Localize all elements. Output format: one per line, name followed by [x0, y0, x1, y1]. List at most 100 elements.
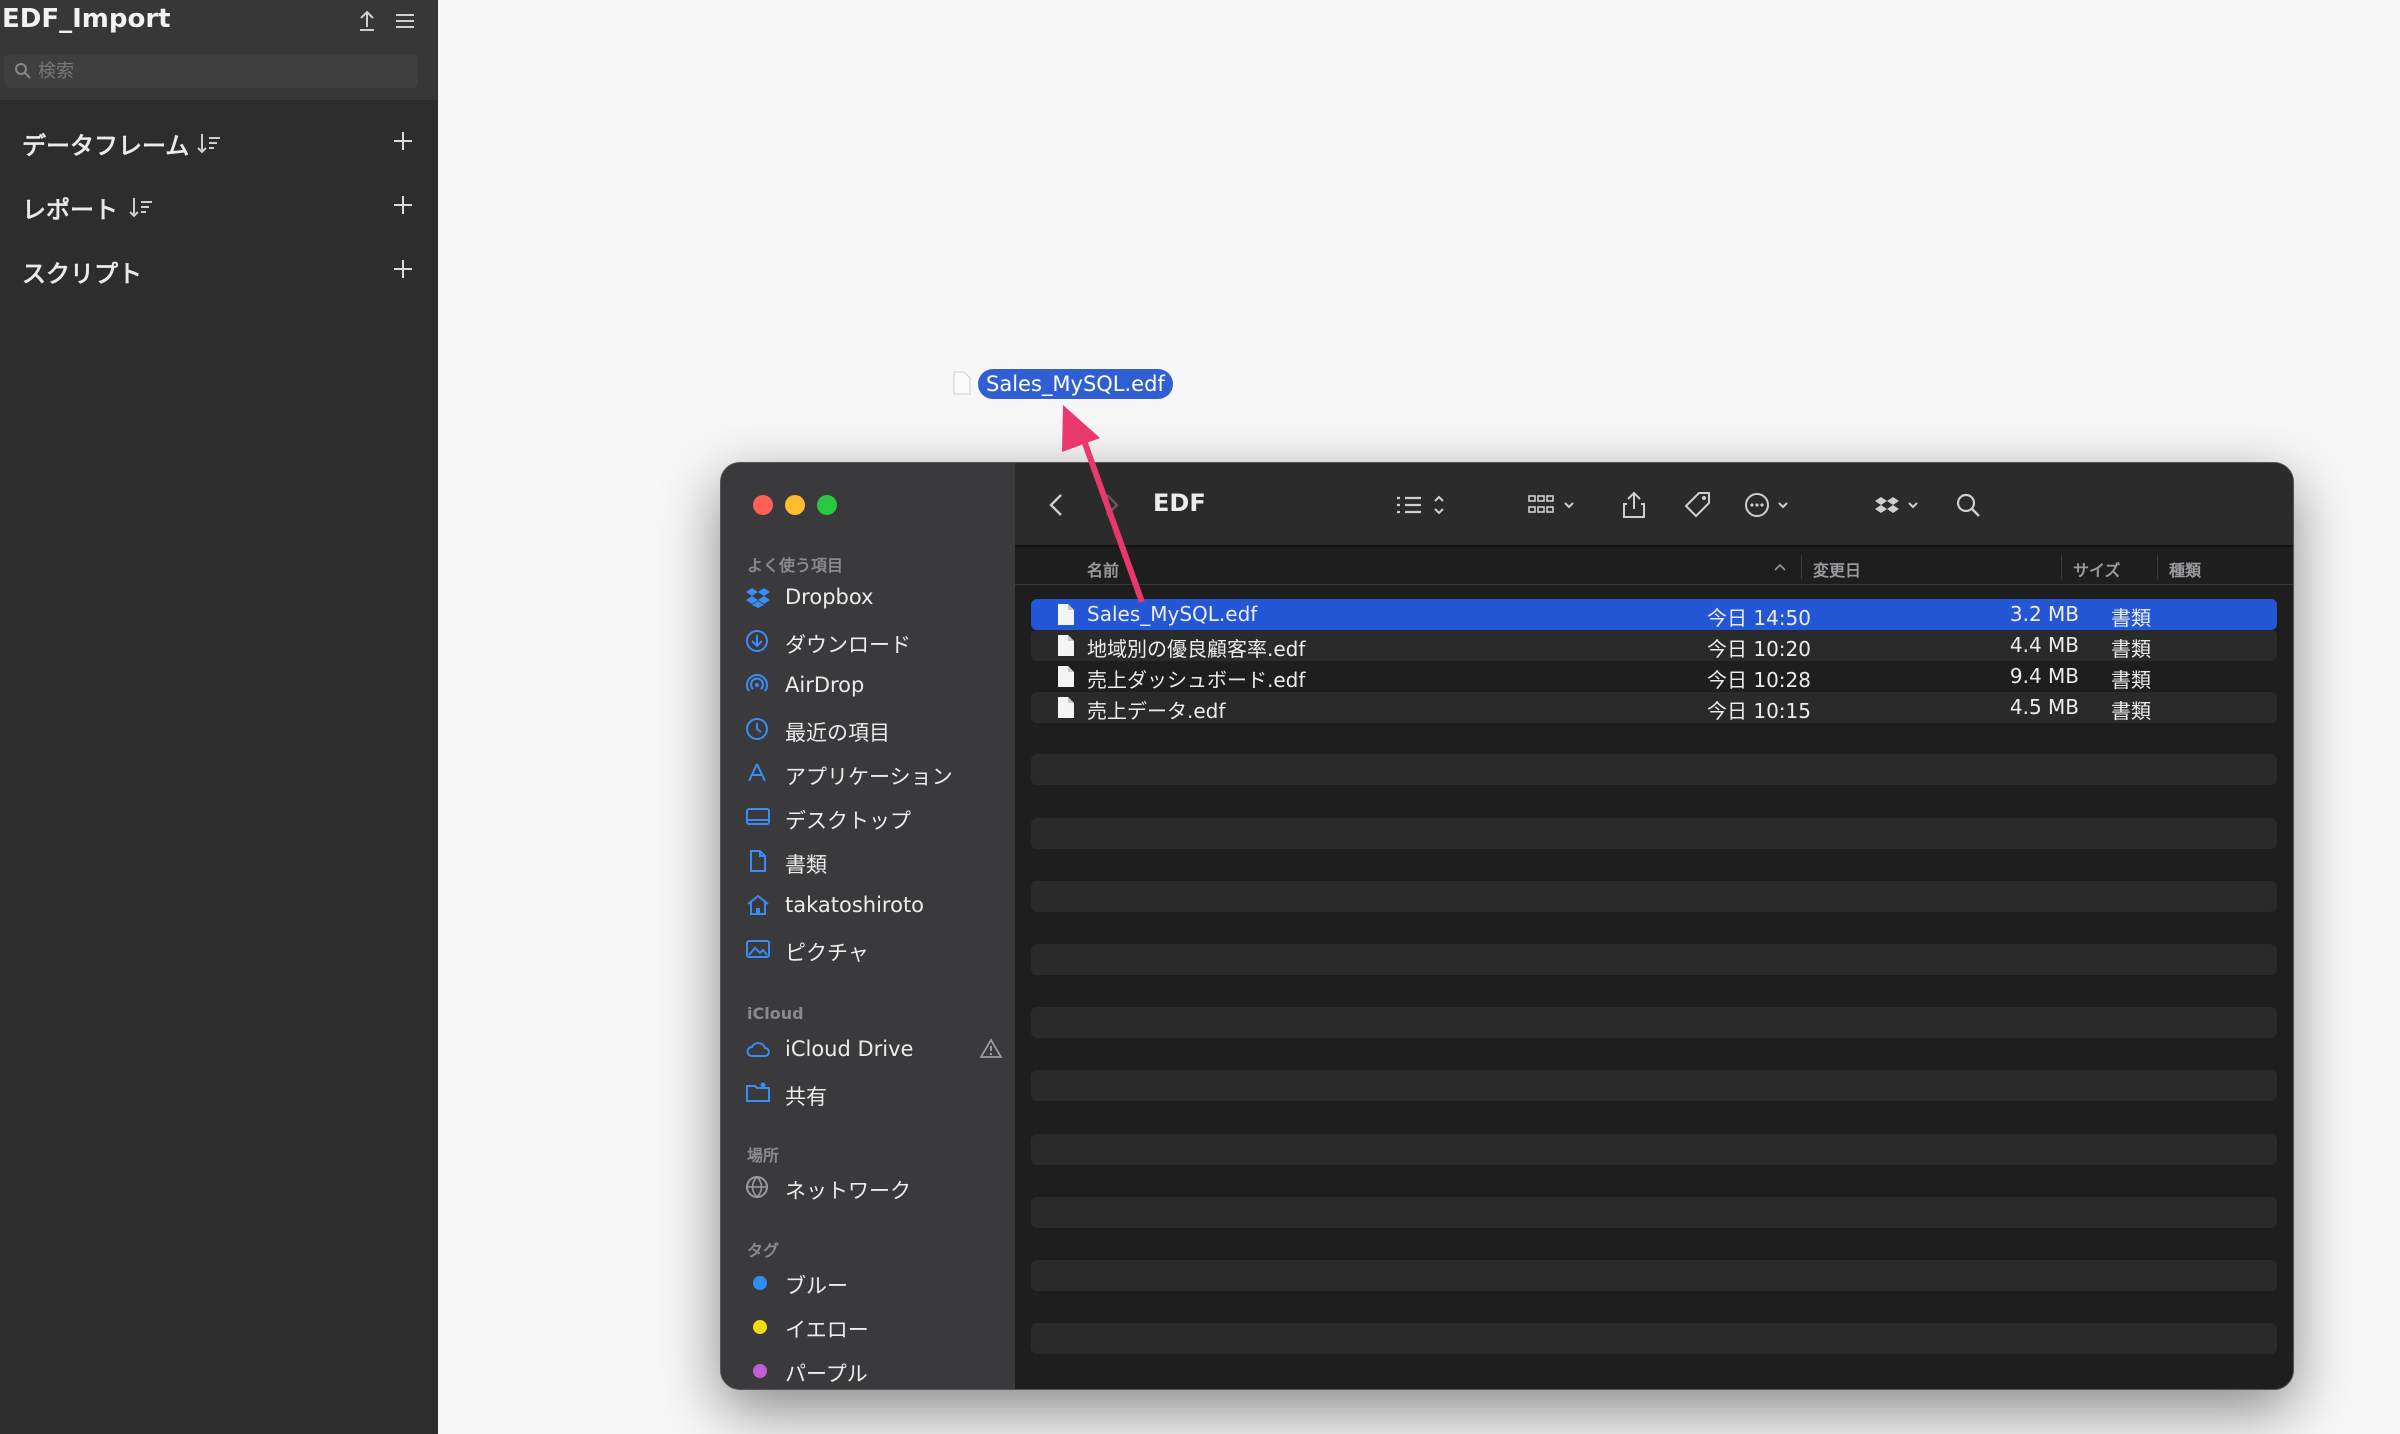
sidebar-item-applications[interactable]: アプリケーション [745, 753, 995, 793]
empty-row [1031, 1007, 2277, 1038]
column-divider[interactable] [2061, 555, 2062, 579]
share-icon[interactable] [1619, 489, 1649, 521]
sidebar-item-desktop[interactable]: デスクトップ [745, 797, 995, 837]
section-label: レポート [22, 196, 118, 224]
arrow-head [1062, 405, 1100, 452]
sidebar-item-label: パープル [785, 1362, 868, 1386]
sidebar-item-label: ネットワーク [785, 1179, 911, 1203]
file-row[interactable]: Sales_MySQL.edf 今日 14:50 3.2 MB 書類 [1031, 599, 2277, 630]
sidebar-item-label: ダウンロード [785, 633, 911, 657]
sidebar-item-home[interactable]: takatoshiroto [745, 885, 995, 925]
sidebar-tag-blue[interactable]: ブルー [745, 1262, 995, 1302]
blue-tag-icon [753, 1276, 767, 1290]
back-icon[interactable] [1045, 489, 1069, 521]
sidebar-item-label: iCloud Drive [785, 1037, 914, 1061]
search-box[interactable] [4, 54, 418, 88]
sidebar-item-airdrop[interactable]: AirDrop [745, 665, 995, 705]
close-window-button[interactable] [753, 495, 773, 515]
yellow-tag-icon [753, 1320, 767, 1334]
shared-folder-icon [746, 1082, 770, 1102]
favorites-header: よく使う項目 [747, 556, 844, 575]
column-kind[interactable]: 種類 [2169, 557, 2201, 581]
sidebar-item-label: イエロー [785, 1318, 869, 1342]
download-icon [746, 630, 768, 652]
document-icon [1058, 697, 1074, 718]
column-header: 名前 変更日 サイズ 種類 [1015, 549, 2293, 585]
clock-icon [746, 718, 768, 740]
app-header: EDF_Import [0, 0, 438, 100]
add-report-button[interactable] [388, 190, 418, 220]
sidebar-item-recents[interactable]: 最近の項目 [745, 709, 995, 749]
column-divider[interactable] [2157, 555, 2158, 579]
file-row[interactable]: 売上データ.edf 今日 10:15 4.5 MB 書類 [1031, 692, 2277, 723]
empty-row [1031, 1197, 2277, 1228]
forward-icon[interactable] [1099, 489, 1123, 521]
tags-header: タグ [747, 1241, 780, 1260]
empty-row [1031, 754, 2277, 785]
section-dataframe[interactable]: データフレーム [0, 114, 438, 170]
minimize-window-button[interactable] [785, 495, 805, 515]
sidebar-tag-purple[interactable]: パープル [745, 1350, 995, 1389]
sort-icon[interactable] [196, 130, 222, 156]
sidebar-item-icloud-drive[interactable]: iCloud Drive [745, 1029, 1003, 1069]
empty-row [1031, 1260, 2277, 1291]
icloud-header: iCloud [747, 1004, 804, 1023]
file-name: Sales_MySQL.edf [1087, 602, 1258, 626]
file-row[interactable]: 売上ダッシュボード.edf 今日 10:28 9.4 MB 書類 [1031, 661, 2277, 692]
sidebar-item-shared[interactable]: 共有 [745, 1073, 995, 1113]
sort-icon[interactable] [128, 194, 154, 220]
menu-icon[interactable] [390, 6, 420, 36]
section-label: スクリプト [22, 260, 142, 288]
desktop-icon [746, 808, 770, 825]
airdrop-icon [746, 674, 768, 692]
search-icon [15, 63, 31, 79]
file-size: 3.2 MB [2009, 602, 2079, 626]
more-actions-icon[interactable] [1741, 489, 1801, 521]
sidebar-item-label: アプリケーション [785, 765, 953, 789]
zoom-window-button[interactable] [817, 495, 837, 515]
search-input[interactable] [38, 54, 408, 88]
upload-icon[interactable] [352, 6, 382, 36]
purple-tag-icon [753, 1364, 767, 1378]
file-date: 今日 14:50 [1707, 606, 1811, 630]
pictures-icon [746, 940, 770, 958]
dropbox-menu-icon[interactable] [1871, 489, 1931, 521]
add-dataframe-button[interactable] [388, 126, 418, 156]
section-report[interactable]: レポート [0, 178, 438, 234]
file-kind: 書類 [2111, 637, 2151, 661]
add-script-button[interactable] [388, 254, 418, 284]
list-view-icon[interactable] [1393, 489, 1453, 521]
tag-icon[interactable] [1681, 489, 1715, 521]
document-icon [750, 850, 766, 872]
dropbox-icon [746, 588, 770, 608]
search-icon[interactable] [1953, 489, 1983, 521]
globe-icon [746, 1176, 768, 1199]
column-divider[interactable] [1801, 555, 1802, 579]
sidebar-item-label: Dropbox [785, 585, 874, 609]
sidebar-item-documents[interactable]: 書類 [745, 841, 995, 881]
app-title: EDF_Import [2, 4, 171, 34]
sidebar-tag-yellow[interactable]: イエロー [745, 1306, 995, 1346]
empty-row [1031, 1323, 2277, 1354]
file-row[interactable]: 地域別の優良顧客率.edf 今日 10:20 4.4 MB 書類 [1031, 630, 2277, 661]
app-sidebar: EDF_Import データフレーム レポート スクリ [0, 0, 438, 1434]
cloud-icon [746, 1042, 770, 1057]
column-name[interactable]: 名前 [1087, 557, 1119, 581]
sidebar-item-label: 共有 [785, 1085, 827, 1109]
sidebar-item-network[interactable]: ネットワーク [745, 1167, 995, 1207]
document-icon [1058, 635, 1074, 656]
file-size: 4.4 MB [2009, 633, 2079, 657]
group-view-icon[interactable] [1525, 489, 1585, 521]
document-icon [953, 371, 971, 395]
file-kind: 書類 [2111, 699, 2151, 723]
sidebar-item-pictures[interactable]: ピクチャ [745, 929, 995, 969]
sidebar-item-dropbox[interactable]: Dropbox [745, 577, 995, 617]
finder-main: EDF 名前 変更日 サイズ 種類 Sales_MySQL.edf 今日 14:… [1015, 463, 2293, 1389]
sidebar-item-label: AirDrop [785, 673, 865, 697]
file-date: 今日 10:28 [1707, 668, 1811, 692]
section-script[interactable]: スクリプト [0, 242, 438, 298]
sidebar-item-downloads[interactable]: ダウンロード [745, 621, 995, 661]
column-size[interactable]: サイズ [2073, 557, 2121, 581]
empty-row [1031, 1070, 2277, 1101]
column-date[interactable]: 変更日 [1813, 557, 1861, 581]
